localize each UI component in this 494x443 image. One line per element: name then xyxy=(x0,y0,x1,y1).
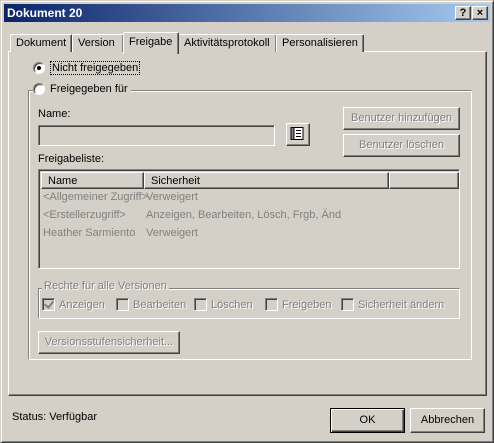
window-title: Dokument 20 xyxy=(7,6,83,20)
name-label: Name: xyxy=(38,108,71,120)
not-shared-radio[interactable]: Nicht freigegeben xyxy=(33,61,141,75)
add-user-label: Benutzer hinzufügen xyxy=(351,112,452,124)
tab-aktivitaetsprotokoll[interactable]: Aktivitätsprotokoll xyxy=(178,34,277,52)
column-header-blank xyxy=(389,172,459,189)
checkbox-label: Löschen xyxy=(211,298,253,311)
checkbox-indicator xyxy=(42,298,55,311)
checkbox-label: Bearbeiten xyxy=(133,298,187,311)
address-book-icon xyxy=(290,127,304,140)
title-bar[interactable]: Dokument 20 ? × xyxy=(4,4,490,22)
checkbox-loeschen[interactable]: Löschen xyxy=(194,298,253,311)
address-book-button[interactable] xyxy=(286,123,310,146)
help-button[interactable]: ? xyxy=(455,6,471,20)
not-shared-label: Nicht freigegeben xyxy=(50,61,141,75)
radio-indicator xyxy=(33,62,45,74)
cancel-label: Abbrechen xyxy=(420,414,475,426)
checkbox-label: Freigeben xyxy=(282,298,332,311)
delete-user-label: Benutzer löschen xyxy=(359,139,444,151)
status-text: Status: Verfügbar xyxy=(12,411,97,423)
tab-label: Aktivitätsprotokoll xyxy=(184,37,270,49)
checkbox-freigeben[interactable]: Freigeben xyxy=(265,298,332,311)
version-security-button[interactable]: Versionsstufensicherheit... xyxy=(38,331,180,354)
shared-for-radio[interactable]: Freigegeben für xyxy=(33,83,131,95)
tab-label: Version xyxy=(78,37,115,49)
checkbox-label: Sicherheit ändern xyxy=(358,298,445,311)
checkbox-indicator xyxy=(341,298,354,311)
rights-group-label: Rechte für alle Versionen xyxy=(42,280,169,292)
name-input[interactable] xyxy=(38,125,275,146)
close-button[interactable]: × xyxy=(472,6,488,20)
tab-label: Dokument xyxy=(16,37,67,49)
tab-label: Personalisieren xyxy=(282,37,358,49)
list-item[interactable]: Heather Sarmiento Verweigert xyxy=(43,227,453,243)
share-list-label: Freigabeliste: xyxy=(38,153,105,165)
add-user-button[interactable]: Benutzer hinzufügen xyxy=(343,107,460,130)
list-item-security: Verweigert xyxy=(146,227,198,239)
radio-indicator xyxy=(33,83,45,95)
shared-for-label: Freigegeben für xyxy=(50,83,128,95)
list-item-security: Anzeigen, Bearbeiten, Lösch, Frgb, Änd xyxy=(146,209,342,221)
list-item-name: <Allgemeiner Zugriff> xyxy=(43,191,148,203)
delete-user-button[interactable]: Benutzer löschen xyxy=(343,134,460,157)
column-header-security[interactable]: Sicherheit xyxy=(144,172,389,189)
version-security-label: Versionsstufensicherheit... xyxy=(44,336,174,348)
checkbox-label: Anzeigen xyxy=(59,298,105,311)
checkbox-bearbeiten[interactable]: Bearbeiten xyxy=(116,298,186,311)
list-item[interactable]: <Allgemeiner Zugriff> Verweigert xyxy=(43,191,453,207)
list-item[interactable]: <Erstellerzugriff> Anzeigen, Bearbeiten,… xyxy=(43,209,453,225)
list-item-security: Verweigert xyxy=(146,191,198,203)
list-item-name: Heather Sarmiento xyxy=(43,227,136,239)
ok-label: OK xyxy=(359,414,376,426)
checkbox-sicherheit-aendern[interactable]: Sicherheit ändern xyxy=(341,298,444,311)
checkbox-indicator xyxy=(265,298,278,311)
checkbox-indicator xyxy=(194,298,207,311)
ok-button[interactable]: OK xyxy=(330,408,405,433)
checkbox-indicator xyxy=(116,298,129,311)
tab-personalisieren[interactable]: Personalisieren xyxy=(276,34,364,52)
checkbox-anzeigen[interactable]: Anzeigen xyxy=(42,298,105,311)
document-properties-window: Dokument 20 ? × Dokument Version Freigab… xyxy=(0,0,494,443)
tab-freigabe[interactable]: Freigabe xyxy=(123,32,179,54)
column-header-name[interactable]: Name xyxy=(41,172,144,189)
tab-label: Freigabe xyxy=(129,36,173,48)
tab-version[interactable]: Version xyxy=(72,34,124,52)
share-list-header: Name Sicherheit xyxy=(41,172,459,189)
tab-dokument[interactable]: Dokument xyxy=(10,34,72,52)
cancel-button[interactable]: Abbrechen xyxy=(410,408,485,433)
list-item-name: <Erstellerzugriff> xyxy=(43,209,126,221)
share-list[interactable]: Name Sicherheit <Allgemeiner Zugriff> Ve… xyxy=(38,169,460,269)
